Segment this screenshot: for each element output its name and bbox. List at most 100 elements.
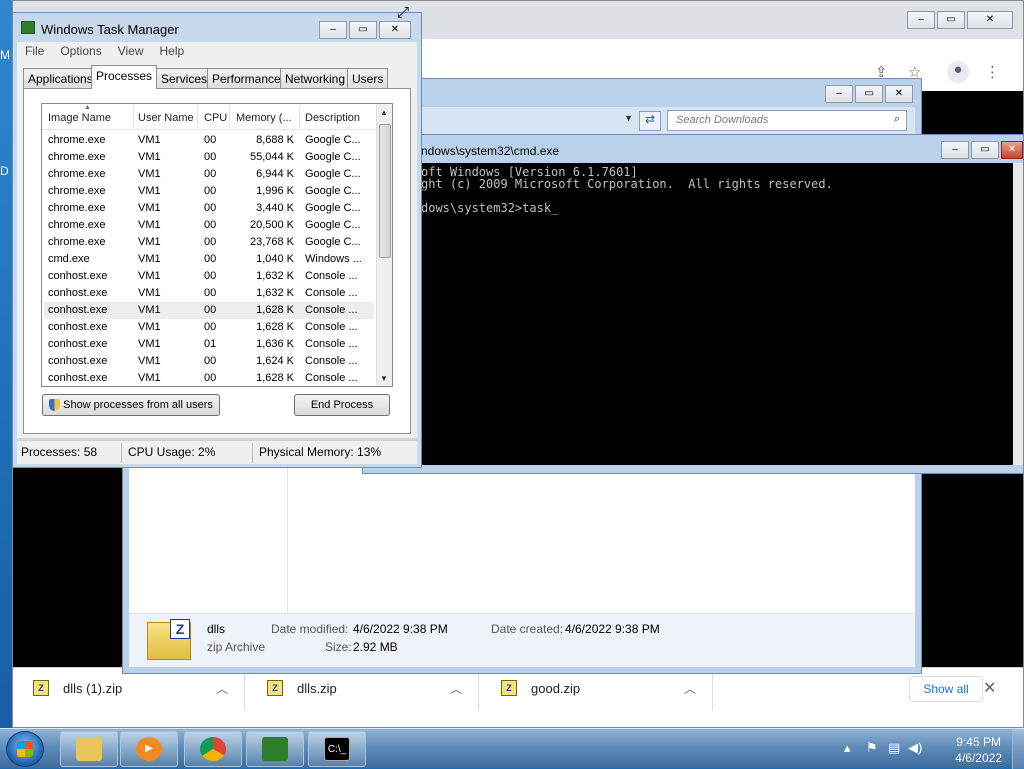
scroll-down-icon[interactable]: ▼ (380, 374, 388, 383)
table-row[interactable]: conhost.exe VM1 01 1,636 K Console ... (44, 336, 374, 353)
process-list[interactable]: ▲ Image Name User Name CPU Memory (... D… (41, 103, 393, 387)
download-item[interactable]: Z dlls.zip ︿ (247, 668, 479, 710)
taskbar-button-media-player[interactable]: ▶ (120, 731, 178, 767)
table-row[interactable]: chrome.exe VM1 00 20,500 K Google C... (44, 217, 374, 234)
date-modified-value: 4/6/2022 9:38 PM (353, 622, 448, 636)
maximize-button[interactable]: ▭ (349, 21, 377, 39)
task-manager-window: ⤢ Windows Task Manager – ▭ ✕ File Option… (12, 4, 422, 468)
desktop-edge-letter: D (0, 164, 9, 178)
table-row[interactable]: conhost.exe VM1 00 1,624 K Console ... (44, 353, 374, 370)
console-line: ght (c) 2009 Microsoft Corporation. All … (421, 177, 833, 191)
table-cell: VM1 (138, 185, 161, 197)
scrollbar-thumb[interactable] (379, 124, 391, 258)
close-button[interactable]: ✕ (1001, 141, 1023, 159)
table-cell: 8,688 K (256, 134, 294, 146)
column-memory[interactable]: Memory (... (236, 112, 292, 124)
table-row[interactable]: cmd.exe VM1 00 1,040 K Windows ... (44, 251, 374, 268)
menu-help[interactable]: Help (152, 42, 193, 62)
table-cell: 1,636 K (256, 338, 294, 350)
column-cpu[interactable]: CPU (204, 112, 227, 124)
table-cell: conhost.exe (48, 304, 108, 316)
uac-shield-icon (49, 399, 61, 412)
table-row[interactable]: chrome.exe VM1 00 8,688 K Google C... (44, 132, 374, 149)
action-center-icon[interactable]: ⚑ (866, 740, 878, 756)
table-cell: Console ... (305, 355, 358, 367)
download-item[interactable]: Z good.zip ︿ (481, 668, 713, 710)
table-row[interactable]: chrome.exe VM1 00 55,044 K Google C... (44, 149, 374, 166)
console-output[interactable]: oft Windows [Version 6.1.7601] ght (c) 2… (369, 163, 1015, 465)
taskbar-button-chrome[interactable] (184, 731, 242, 767)
close-button[interactable]: ✕ (379, 21, 411, 39)
task-manager-icon (262, 737, 288, 761)
menu-file[interactable]: File (17, 42, 52, 62)
table-row[interactable]: conhost.exe VM1 00 1,632 K Console ... (44, 285, 374, 302)
taskbar-button-task-manager[interactable] (246, 731, 304, 767)
process-list-scrollbar[interactable]: ▲ ▼ (376, 104, 392, 386)
tab-performance[interactable]: Performance (207, 68, 286, 88)
taskbar-button-cmd[interactable]: C:\_ (308, 731, 366, 767)
show-hidden-icons-icon[interactable]: ▴ (844, 740, 851, 756)
close-button[interactable]: ✕ (885, 85, 913, 103)
refresh-button[interactable]: ⇄ (639, 111, 661, 131)
maximize-button[interactable]: ▭ (855, 85, 883, 103)
table-row[interactable]: conhost.exe VM1 00 1,628 K Console ... (44, 319, 374, 336)
close-icon[interactable]: ✕ (983, 678, 996, 698)
more-menu-icon[interactable]: ⋮ (985, 63, 1000, 81)
table-cell: Google C... (305, 168, 361, 180)
show-all-processes-button[interactable]: Show processes from all users (42, 394, 220, 416)
profile-avatar-icon[interactable]: ● (947, 61, 969, 83)
tab-services[interactable]: Services (156, 68, 213, 88)
table-row[interactable]: conhost.exe VM1 00 1,632 K Console ... (44, 268, 374, 285)
maximize-button[interactable]: ▭ (937, 11, 965, 29)
tab-processes[interactable]: Processes (91, 65, 158, 89)
column-description[interactable]: Description (305, 112, 360, 124)
menu-view[interactable]: View (110, 42, 152, 62)
table-row[interactable]: chrome.exe VM1 00 1,996 K Google C... (44, 183, 374, 200)
chevron-up-icon[interactable]: ︿ (450, 680, 462, 697)
table-cell: 1,624 K (256, 355, 294, 367)
table-cell: VM1 (138, 270, 161, 282)
column-image-name[interactable]: Image Name (48, 112, 111, 124)
table-row[interactable]: conhost.exe VM1 00 1,628 K Console ... (44, 370, 374, 386)
show-desktop-button[interactable] (1012, 729, 1024, 769)
menu-options[interactable]: Options (52, 42, 109, 62)
minimize-button[interactable]: – (941, 141, 969, 159)
show-all-button[interactable]: Show all (909, 676, 983, 702)
start-button[interactable] (6, 731, 44, 767)
tab-users[interactable]: Users (347, 68, 389, 88)
chrome-icon (200, 737, 226, 761)
chevron-up-icon[interactable]: ︿ (684, 680, 696, 697)
minimize-button[interactable]: – (907, 11, 935, 29)
close-button[interactable]: ✕ (967, 11, 1013, 29)
column-user-name[interactable]: User Name (138, 112, 194, 124)
maximize-button[interactable]: ▭ (971, 141, 999, 159)
task-manager-icon (21, 21, 35, 34)
table-cell: 00 (204, 304, 217, 316)
network-icon[interactable]: ▤ (888, 740, 900, 756)
table-row[interactable]: chrome.exe VM1 00 23,768 K Google C... (44, 234, 374, 251)
address-dropdown-icon[interactable]: ▼ (624, 113, 633, 123)
status-processes: Processes: 58 (21, 445, 98, 459)
chevron-up-icon[interactable]: ︿ (216, 680, 228, 697)
cmd-title: ndows\system32\cmd.exe (421, 144, 560, 158)
table-row[interactable]: conhost.exe VM1 00 1,628 K Console ... (44, 302, 374, 319)
table-row[interactable]: chrome.exe VM1 00 6,944 K Google C... (44, 166, 374, 183)
console-scrollbar[interactable] (1013, 163, 1023, 465)
table-cell: VM1 (138, 287, 161, 299)
tab-applications[interactable]: Applications (23, 68, 98, 88)
table-row[interactable]: chrome.exe VM1 00 3,440 K Google C... (44, 200, 374, 217)
minimize-button[interactable]: – (825, 85, 853, 103)
clock[interactable]: 9:45 PM 4/6/2022 (955, 734, 1002, 766)
search-input[interactable]: Search Downloads ⌕ (667, 110, 907, 131)
window-title: Windows Task Manager (41, 22, 179, 37)
minimize-button[interactable]: – (319, 21, 347, 39)
scroll-up-icon[interactable]: ▲ (380, 108, 388, 117)
volume-icon[interactable]: ◀) (908, 740, 922, 756)
tab-networking[interactable]: Networking (280, 68, 351, 88)
table-cell: 00 (204, 321, 217, 333)
download-filename: good.zip (531, 681, 581, 696)
download-item[interactable]: Z dlls (1).zip ︿ (13, 668, 245, 710)
taskbar-button-explorer[interactable] (60, 731, 118, 767)
table-cell: VM1 (138, 338, 161, 350)
end-process-button[interactable]: End Process (294, 394, 390, 416)
